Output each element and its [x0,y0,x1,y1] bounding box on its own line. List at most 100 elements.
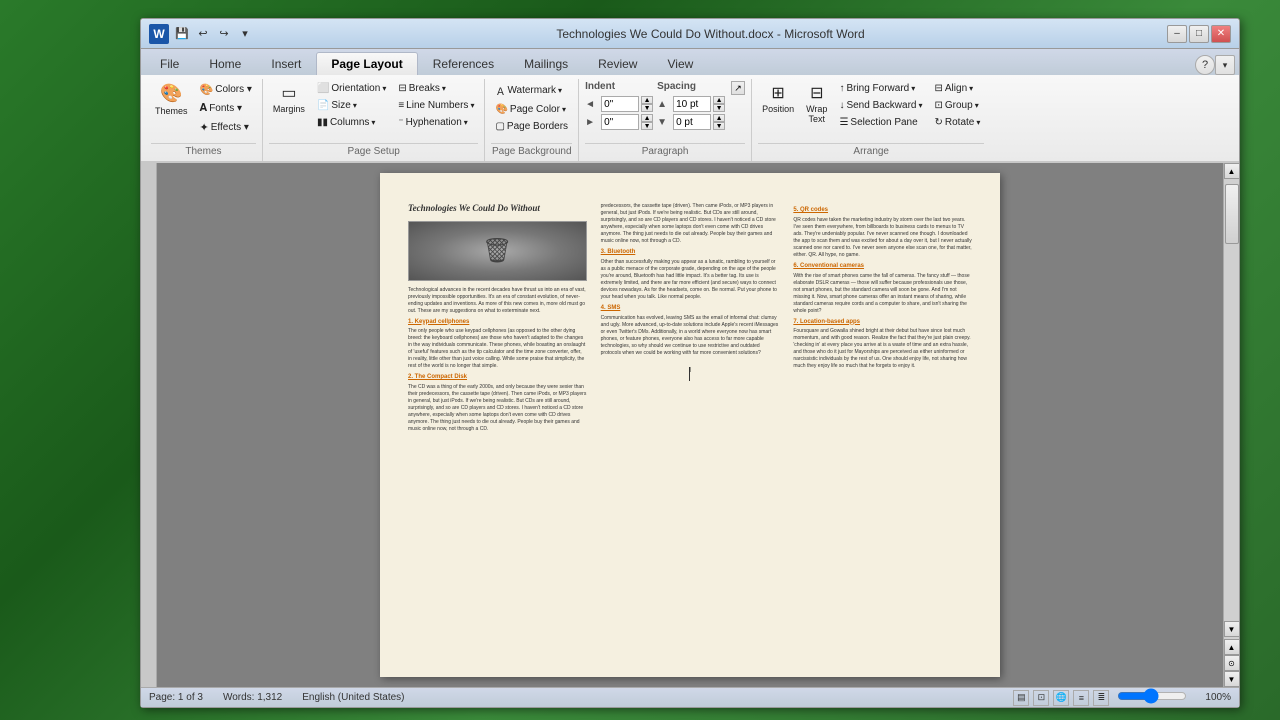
scroll-thumb[interactable] [1225,184,1239,244]
indent-right-down[interactable]: ▼ [641,122,653,130]
tab-bar: File Home Insert Page Layout References … [141,49,1239,75]
size-label: Size [331,100,350,111]
page-color-button[interactable]: 🎨 Page Color ▾ [491,102,572,117]
line-numbers-arrow: ▾ [470,101,474,110]
word-logo: W [149,24,169,44]
tab-home[interactable]: Home [194,52,256,75]
page-borders-icon: ▢ [495,121,504,132]
paragraph-dialog-launcher[interactable]: ↗ [731,81,745,95]
arrange-group: ⊞ Position ⊟ WrapText ↑ Bring Forward ▾ [752,79,990,161]
doc-image [408,221,587,281]
bring-forward-button[interactable]: ↑ Bring Forward ▾ [835,81,926,96]
qat-customize[interactable]: ▾ [236,25,254,43]
qat-undo[interactable]: ↩ [194,25,212,43]
tab-review[interactable]: Review [583,52,652,75]
hyphenation-button[interactable]: ⁻ Hyphenation ▾ [394,115,478,130]
theme-colors-button[interactable]: 🎨 Colors ▾ [196,81,256,98]
spacing-after-input[interactable] [673,114,711,130]
ribbon-collapse-button[interactable]: ▾ [1215,55,1235,75]
send-backward-arrow: ▾ [918,101,922,110]
spacing-before-input[interactable] [673,96,711,112]
paragraph-group-label: Paragraph [585,143,745,159]
rotate-button[interactable]: ↻ Rotate ▾ [931,115,985,130]
theme-colors-label: Colors ▾ [215,84,252,95]
page-color-icon: 🎨 [495,104,507,115]
scroll-extra-circle[interactable]: ⊙ [1224,655,1240,671]
wrap-text-button[interactable]: ⊟ WrapText [802,81,831,126]
spacing-before-arrows: ▲ ▼ [713,96,725,112]
minimize-button[interactable]: – [1167,25,1187,43]
indent-right-input[interactable] [601,114,639,130]
scroll-down-button[interactable]: ▼ [1224,621,1240,637]
zoom-level: 100% [1205,692,1231,703]
indent-left-input[interactable] [601,96,639,112]
draft-button[interactable]: ≣ [1093,690,1109,706]
maximize-button[interactable]: □ [1189,25,1209,43]
selection-pane-button[interactable]: ☰ Selection Pane [835,115,926,130]
qat-redo[interactable]: ↪ [215,25,233,43]
watermark-button[interactable]: Ａ Watermark ▾ [491,81,572,100]
spacing-before-down[interactable]: ▼ [713,104,725,112]
indent-left-down[interactable]: ▼ [641,104,653,112]
bring-forward-arrow: ▾ [911,84,915,93]
scroll-extra-down[interactable]: ▼ [1224,671,1240,687]
tab-view[interactable]: View [652,52,708,75]
indent-right-up[interactable]: ▲ [641,114,653,122]
theme-effects-icon: ✦ [200,121,209,134]
window-controls: – □ ✕ [1167,25,1231,43]
web-layout-button[interactable]: 🌐 [1053,690,1069,706]
columns-button[interactable]: ▮▮ Columns ▾ [313,115,390,130]
outline-button[interactable]: ≡ [1073,690,1089,706]
margins-icon: ▭ [281,83,296,103]
cursor-area[interactable]: | [601,367,780,381]
theme-fonts-button[interactable]: 𝐀 Fonts ▾ [196,100,256,117]
size-button[interactable]: 📄 Size ▾ [313,98,390,113]
doc-columns: Technologies We Could Do Without Technol… [408,203,972,647]
tab-insert[interactable]: Insert [256,52,316,75]
page-borders-button[interactable]: ▢ Page Borders [491,119,572,134]
scroll-extra-up[interactable]: ▲ [1224,639,1240,655]
size-icon: 📄 [317,100,329,111]
scroll-up-button[interactable]: ▲ [1224,163,1240,179]
document[interactable]: Technologies We Could Do Without Technol… [380,173,1000,677]
group-button[interactable]: ⊡ Group ▾ [931,98,985,113]
position-button[interactable]: ⊞ Position [758,81,798,116]
indent-right-icon: ► [585,117,599,128]
position-label: Position [762,104,794,114]
rotate-label: Rotate [945,117,974,128]
spacing-label: Spacing [657,81,725,92]
theme-effects-button[interactable]: ✦ Effects ▾ [196,119,256,136]
spacing-col: Spacing ▲ ▲ ▼ ▼ [657,81,725,130]
breaks-button[interactable]: ⊟ Breaks ▾ [394,81,478,96]
full-screen-button[interactable]: ⊡ [1033,690,1049,706]
tab-references[interactable]: References [418,52,509,75]
themes-button[interactable]: 🎨 Themes [151,81,192,118]
qat-save[interactable]: 💾 [173,25,191,43]
tab-file[interactable]: File [145,52,194,75]
margins-button[interactable]: ▭ Margins [269,81,309,116]
spacing-before-up[interactable]: ▲ [713,96,725,104]
spacing-after-up[interactable]: ▲ [713,114,725,122]
breaks-arrow: ▾ [442,84,446,93]
arrange-group-label: Arrange [758,143,984,159]
indent-left-up[interactable]: ▲ [641,96,653,104]
section-7-text: Foursquare and Gowalla shined bright at … [793,328,972,370]
align-button[interactable]: ⊟ Align ▾ [931,81,985,96]
close-button[interactable]: ✕ [1211,25,1231,43]
zoom-slider[interactable] [1117,688,1197,707]
vertical-scrollbar[interactable]: ▲ ▼ ▲ ⊙ ▼ [1223,163,1239,687]
line-numbers-button[interactable]: ≡ Line Numbers ▾ [394,98,478,113]
tab-page-layout[interactable]: Page Layout [316,52,417,75]
tab-mailings[interactable]: Mailings [509,52,583,75]
zoom-range[interactable] [1117,688,1187,704]
send-backward-button[interactable]: ↓ Send Backward ▾ [835,98,926,113]
send-backward-label: Send Backward [846,100,916,111]
spacing-before-group: ▲ ▲ ▼ [657,96,725,112]
orientation-button[interactable]: ⬜ Orientation ▾ [313,81,390,96]
word-window: W 💾 ↩ ↪ ▾ Technologies We Could Do Witho… [140,18,1240,708]
print-layout-button[interactable]: ▤ [1013,690,1029,706]
help-button[interactable]: ? [1195,55,1215,75]
scroll-track[interactable] [1224,179,1240,621]
spacing-after-down[interactable]: ▼ [713,122,725,130]
theme-colors-icon: 🎨 [200,83,214,96]
